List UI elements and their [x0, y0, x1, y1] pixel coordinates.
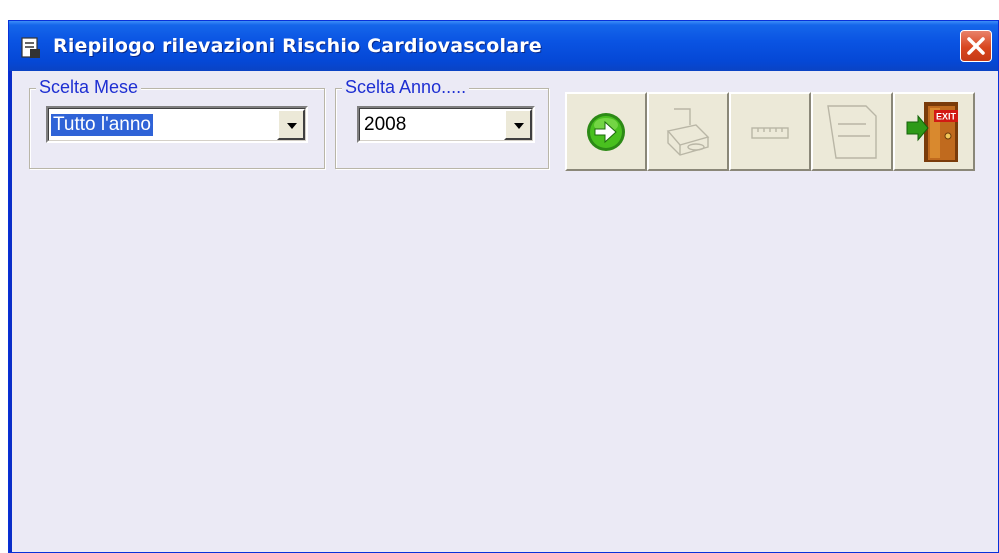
window-title: Riepilogo rilevazioni Rischio Cardiovasc… — [53, 35, 542, 57]
year-select[interactable]: 2008 — [357, 106, 535, 143]
document-button[interactable] — [811, 92, 893, 171]
month-dropdown-button[interactable] — [277, 109, 305, 140]
exit-door-icon: EXIT — [906, 101, 958, 162]
chevron-down-icon — [514, 123, 524, 129]
chevron-down-icon — [287, 123, 297, 129]
form-icon — [21, 37, 40, 58]
close-icon — [967, 37, 985, 55]
print-button[interactable] — [647, 92, 729, 171]
year-select-value: 2008 — [364, 114, 407, 135]
year-dropdown-button[interactable] — [504, 109, 532, 140]
print-icon — [666, 107, 710, 156]
exit-badge-text: EXIT — [936, 111, 957, 121]
go-arrow-icon — [587, 112, 625, 151]
month-select[interactable]: Tutto l'anno — [46, 106, 308, 143]
ruler-icon — [751, 126, 789, 139]
go-button[interactable] — [565, 92, 647, 171]
document-icon — [827, 104, 877, 159]
exit-button[interactable]: EXIT — [893, 92, 975, 171]
title-bar[interactable]: Riepilogo rilevazioni Rischio Cardiovasc… — [9, 21, 998, 71]
month-group-label: Scelta Mese — [36, 77, 142, 98]
close-button[interactable] — [960, 30, 992, 62]
ruler-button[interactable] — [729, 92, 811, 171]
year-group-label: Scelta Anno..... — [342, 77, 470, 98]
month-group: Scelta Mese Tutto l'anno — [29, 77, 325, 169]
year-group: Scelta Anno..... 2008 — [335, 77, 549, 169]
month-select-value: Tutto l'anno — [51, 114, 153, 136]
